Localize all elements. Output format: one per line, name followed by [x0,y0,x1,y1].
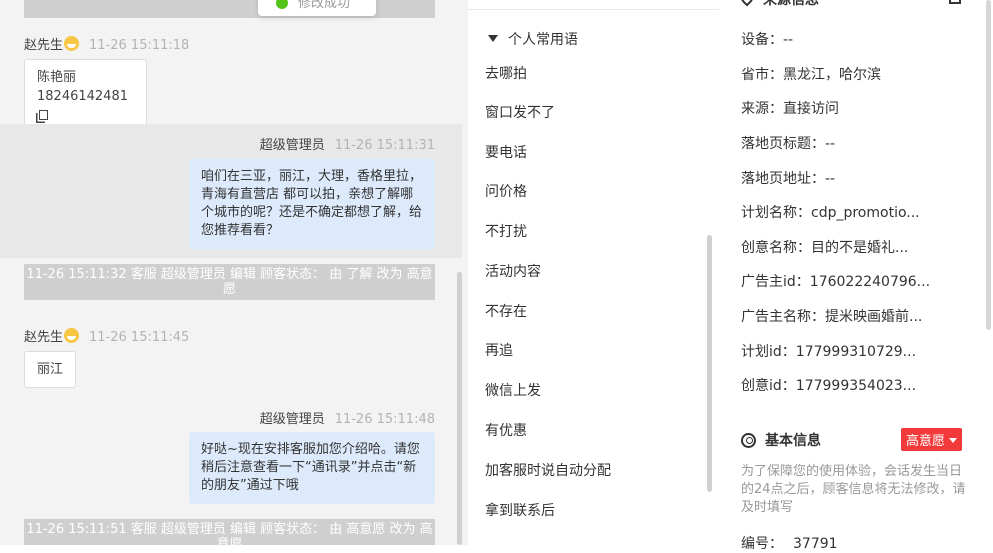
edit-icon[interactable] [949,0,961,4]
source-info-header: 来源信息 [738,0,819,9]
info-row-region: 省市：黑龙江，哈尔滨 [741,67,881,83]
source-info-title: 来源信息 [763,0,819,8]
message-time: 11-26 15:11:45 [89,330,190,345]
chat-scrollbar[interactable] [457,272,462,545]
phrase-item[interactable]: 活动内容 [485,261,541,281]
copy-icon[interactable] [39,110,48,120]
info-row-plan-id: 计划id：177999310729... [741,344,917,360]
message-bubble[interactable]: 好哒~现在安排客服加您介绍哈。请您稍后注意查看一下“通讯录”并点击“新的朋友”通… [189,432,435,504]
system-message: 11-26 15:11:51 客服 超级管理员 编辑 顾客状态： 由 高意愿 改… [24,519,435,545]
quick-phrases-panel: 个人常用语 去哪拍 窗口发不了 要电话 问价格 不打扰 活动内容 不存在 再追 … [468,0,720,545]
phrase-item[interactable]: 不打扰 [485,221,527,241]
sender-name: 超级管理员 [259,138,325,153]
phrase-item[interactable]: 窗口发不了 [485,102,555,122]
sender-name: 赵先生 [24,38,64,53]
info-row-landing-title: 落地页标题：-- [741,136,836,152]
customer-info-panel: 来源信息 设备：-- 省市：黑龙江，哈尔滨 来源：直接访问 落地页标题：-- 落… [719,0,993,552]
user-circle-icon [741,433,756,448]
phrase-group-title: 个人常用语 [508,32,578,48]
grin-emoji-icon [64,36,80,51]
toast: 修改成功 [258,0,376,16]
phrase-item[interactable]: 去哪拍 [485,63,527,83]
phrase-item[interactable]: 微信上发 [485,380,541,400]
toast-text: 修改成功 [298,0,351,11]
phrase-item[interactable]: 加客服时说自动分配 [485,460,611,480]
caret-down-icon [488,35,498,42]
card-phone: 18246142481 [37,89,128,104]
system-message: 11-26 15:11:32 客服 超级管理员 编辑 顾客状态： 由 了解 改为… [24,264,435,300]
phrases-scrollbar[interactable] [707,235,712,492]
message-meta: 赵先生 11-26 15:11:45 [24,326,189,345]
basic-info-title: 基本信息 [765,433,821,449]
info-row-creative-id: 创意id：177999354023... [741,378,917,394]
message-bubble[interactable]: 咱们在三亚，丽江，大理，香格里拉，青海有直营店 都可以拍，亲想了解哪个城市的呢？… [189,159,435,249]
phrase-group-header[interactable]: 个人常用语 [488,29,578,49]
info-row-advertiser-id: 广告主id：176022240796... [741,274,931,290]
phrase-item[interactable]: 拿到联系后 [485,500,555,520]
message-time: 11-26 15:11:31 [334,138,435,153]
info-row-landing-url: 落地页地址：-- [741,171,836,187]
info-row-number: 编号： 37791 [741,536,838,552]
chat-panel: 修改成功 赵先生 11-26 15:11:18 陈艳丽 18246142481 超… [0,0,469,545]
basic-info-header: 基本信息 [741,430,821,450]
phrase-item[interactable]: 不存在 [485,301,527,321]
message-time: 11-26 15:11:48 [334,412,435,427]
message-meta: 超级管理员 11-26 15:11:48 [260,408,435,427]
info-row-advertiser-name: 广告主名称：提米映画婚前... [741,309,923,325]
location-icon [738,0,756,7]
phrase-item[interactable]: 问价格 [485,181,527,201]
success-icon [276,0,288,9]
status-badge: 高意愿 [906,434,946,449]
message-meta: 超级管理员 11-26 15:11:31 [260,134,435,153]
info-row-plan-name: 计划名称：cdp_promotio... [741,205,920,221]
status-dropdown[interactable]: 高意愿 [901,428,963,451]
sender-name: 超级管理员 [259,412,325,427]
phrase-item[interactable]: 再追 [485,340,513,360]
info-row-source: 来源：直接访问 [741,101,839,117]
message-meta: 赵先生 11-26 15:11:18 [24,34,189,53]
grin-emoji-icon [64,328,80,343]
phrase-item[interactable]: 有优惠 [485,420,527,440]
divider [468,9,719,10]
card-name: 陈艳丽 [37,70,77,85]
edit-notice: 为了保障您的使用体验，会话发生当日的24点之后，顾客信息将无法修改，请及时填写 [741,464,966,515]
phrase-item[interactable]: 要电话 [485,142,527,162]
message-bubble[interactable]: 丽江 [24,351,77,388]
info-scrollbar[interactable] [986,0,991,330]
message-time: 11-26 15:11:18 [89,38,190,53]
info-row-creative-name: 创意名称：目的不是婚礼... [741,240,909,256]
contact-card-bubble[interactable]: 陈艳丽 18246142481 [24,59,147,134]
caret-down-icon [949,438,958,443]
info-row-device: 设备：-- [741,32,794,48]
sender-name: 赵先生 [24,330,64,345]
